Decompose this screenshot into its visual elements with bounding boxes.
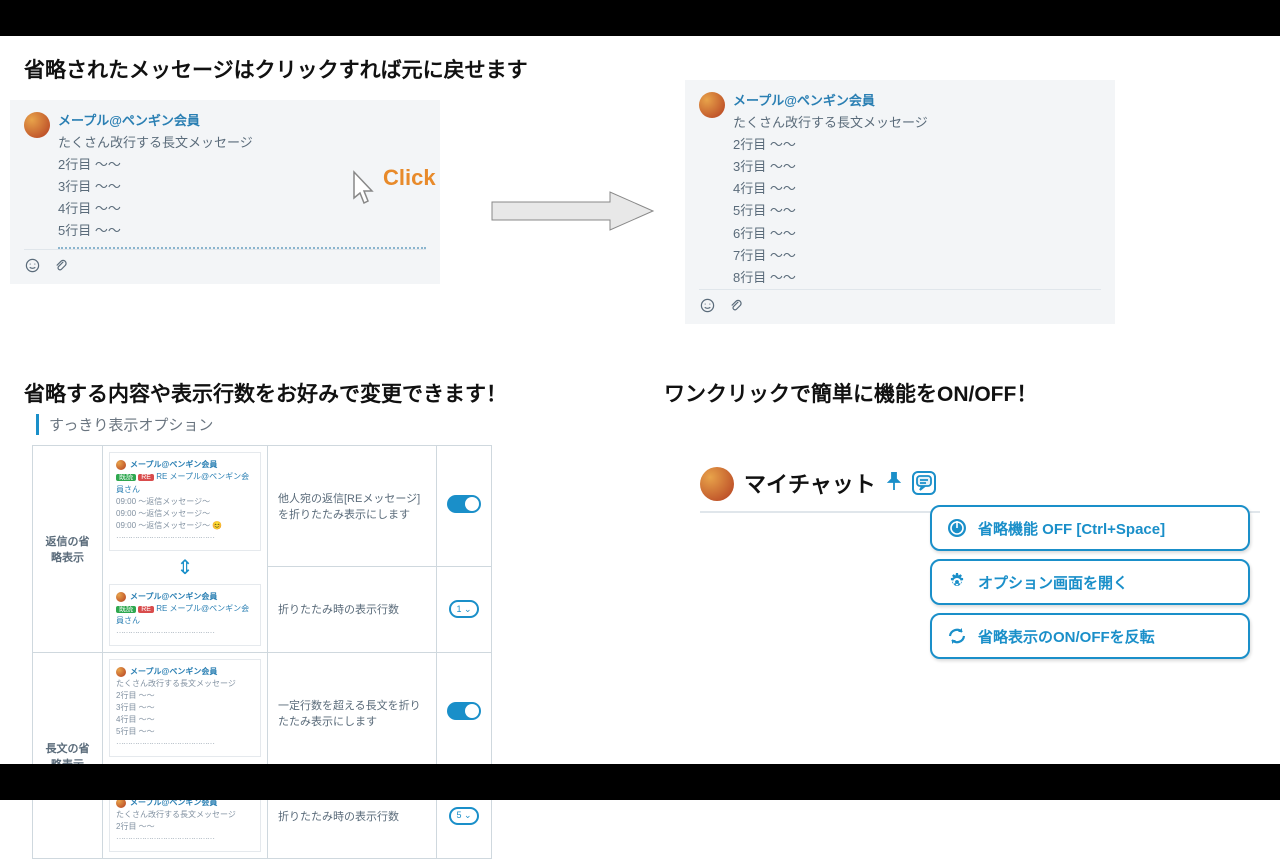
settings-panel-title-wrap: すっきり表示オプション bbox=[36, 414, 492, 435]
message-line: 4行目 ～～ bbox=[733, 178, 1101, 200]
top-black-bar bbox=[0, 0, 1280, 36]
popup-item-off[interactable]: 省略機能 OFF [Ctrl+Space] bbox=[930, 505, 1250, 551]
settings-panel-title: すっきり表示オプション bbox=[49, 417, 213, 434]
popup-item-options[interactable]: オプション画面を開く bbox=[930, 559, 1250, 605]
message-line: 3行目 ～～ bbox=[733, 156, 1101, 178]
bottom-black-bar bbox=[0, 764, 1280, 800]
settings-row-label-long: 長文の省略表示 bbox=[33, 653, 103, 859]
pin-icon[interactable] bbox=[886, 472, 902, 495]
smile-icon[interactable] bbox=[699, 298, 715, 314]
attachment-icon[interactable] bbox=[727, 298, 743, 314]
stepper-long-lines[interactable]: 5 ⌄ bbox=[449, 807, 479, 825]
message-line: 2行目 ～～ bbox=[733, 134, 1101, 156]
message-actions bbox=[24, 249, 426, 284]
popup-menu: 省略機能 OFF [Ctrl+Space] オプション画面を開く 省略表示のON… bbox=[930, 505, 1250, 659]
message-line: 5行目 ～～ bbox=[733, 200, 1101, 222]
gear-icon bbox=[946, 571, 968, 593]
updown-arrow-icon: ⇕ bbox=[109, 555, 261, 580]
message-line: 8行目 ～～ bbox=[733, 267, 1101, 289]
message-line-truncated: 5行目 ～～ bbox=[58, 220, 426, 248]
refresh-icon bbox=[946, 625, 968, 647]
settings-preview-long: メープル@ペンギン会員 たくさん改行する長文メッセージ 2行目 ～～3行目 ～～… bbox=[103, 653, 268, 859]
toggle-reply-fold[interactable] bbox=[447, 495, 481, 513]
mychat-title: マイチャット bbox=[744, 467, 876, 499]
popup-label: 省略機能 OFF [Ctrl+Space] bbox=[978, 518, 1165, 539]
settings-opt-long-fold: 一定行数を超える長文を折りたたみ表示にします bbox=[268, 653, 437, 773]
settings-row-label-reply: 返信の省略表示 bbox=[33, 446, 103, 653]
message-line: たくさん改行する長文メッセージ bbox=[58, 132, 426, 154]
message-line: 7行目 ～～ bbox=[733, 245, 1101, 267]
power-icon bbox=[946, 517, 968, 539]
avatar bbox=[24, 112, 50, 138]
stepper-reply-lines[interactable]: 1 ⌄ bbox=[449, 600, 479, 618]
smile-icon[interactable] bbox=[24, 258, 40, 274]
chat-bubble-icon[interactable] bbox=[912, 471, 936, 495]
heading-oneclick: ワンクリックで簡単に機能をON/OFF！ bbox=[664, 378, 1037, 408]
cursor-pointer bbox=[350, 170, 378, 213]
message-username: メープル@ペンギン会員 bbox=[733, 90, 1101, 112]
popup-label: 省略表示のON/OFFを反転 bbox=[978, 626, 1155, 647]
popup-item-invert[interactable]: 省略表示のON/OFFを反転 bbox=[930, 613, 1250, 659]
message-actions bbox=[699, 289, 1101, 324]
settings-opt-reply-lines: 折りたたみ時の表示行数 bbox=[268, 566, 437, 652]
message-username: メープル@ペンギン会員 bbox=[58, 110, 426, 132]
message-line: たくさん改行する長文メッセージ bbox=[733, 112, 1101, 134]
settings-opt-reply-fold: 他人宛の返信[REメッセージ]を折りたたみ表示にします bbox=[268, 446, 437, 567]
click-label: Click bbox=[383, 165, 436, 191]
message-card-expanded[interactable]: メープル@ペンギン会員 たくさん改行する長文メッセージ 2行目 ～～ 3行目 ～… bbox=[685, 80, 1115, 324]
message-line: 6行目 ～～ bbox=[733, 223, 1101, 245]
avatar bbox=[699, 92, 725, 118]
avatar bbox=[700, 467, 734, 501]
toggle-long-fold[interactable] bbox=[447, 702, 481, 720]
settings-preview-reply: メープル@ペンギン会員 既読 RE RE メープル@ペンギン会員さん 09:00… bbox=[103, 446, 268, 653]
popup-label: オプション画面を開く bbox=[978, 572, 1128, 593]
arrow-right-icon bbox=[490, 190, 655, 232]
attachment-icon[interactable] bbox=[52, 258, 68, 274]
